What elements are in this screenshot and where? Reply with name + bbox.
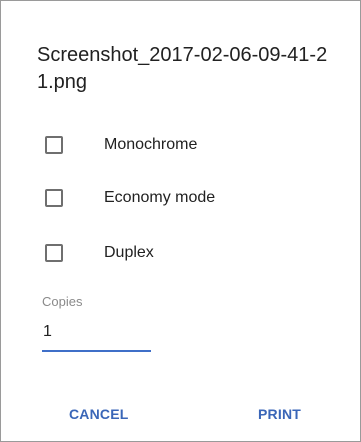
monochrome-checkbox[interactable] [45,136,63,154]
economy-mode-label: Economy mode [104,189,216,206]
duplex-option[interactable]: Duplex [45,239,305,267]
print-options-dialog: Screenshot_2017-02-06-09-41-21.png Monoc… [0,0,361,442]
duplex-checkbox[interactable] [45,244,63,262]
copies-input[interactable] [42,314,151,352]
monochrome-option[interactable]: Monochrome [45,131,305,159]
economy-mode-option[interactable]: Economy mode [45,184,305,212]
monochrome-label: Monochrome [104,136,198,153]
dialog-title: Screenshot_2017-02-06-09-41-21.png [37,44,328,93]
duplex-label: Duplex [104,244,154,261]
economy-mode-checkbox[interactable] [45,189,63,207]
print-button[interactable]: PRINT [250,399,309,429]
cancel-button[interactable]: CANCEL [61,399,137,429]
copies-label: Copies [42,294,83,309]
